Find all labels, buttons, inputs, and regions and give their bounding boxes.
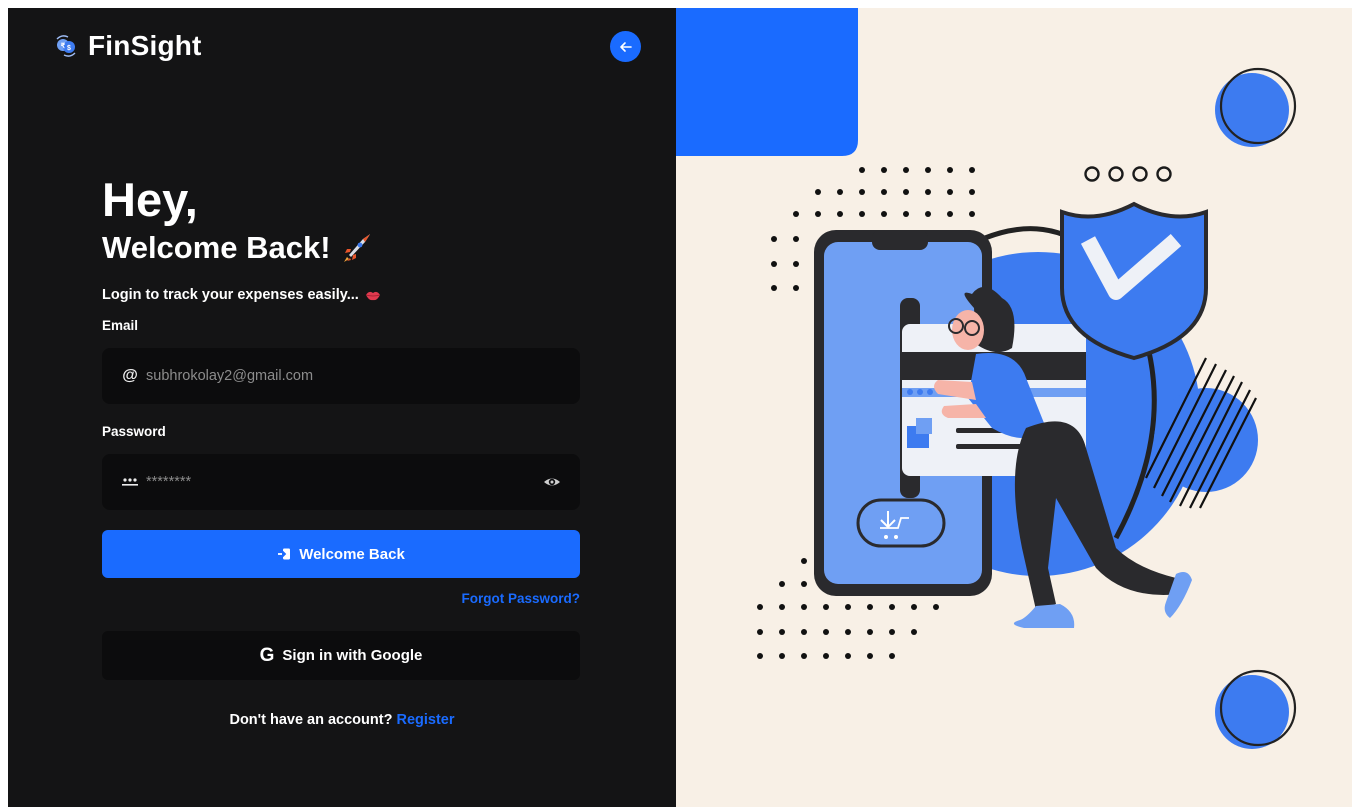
svg-text:$: $ — [67, 45, 71, 52]
corner-block — [676, 8, 858, 156]
google-icon: G — [259, 644, 275, 666]
password-label: Password — [102, 424, 166, 439]
subtitle-text: Login to track your expenses easily... — [102, 287, 359, 303]
login-button[interactable]: Welcome Back — [102, 530, 580, 578]
email-value: subhrokolay2@gmail.com — [146, 368, 314, 384]
login-button-label: Welcome Back — [299, 545, 405, 563]
svg-text:₹: ₹ — [61, 42, 66, 50]
login-panel: ₹ $ FinSight Hey, Welcome Back! Login to… — [8, 8, 676, 807]
password-field[interactable]: ******** — [102, 454, 580, 510]
login-icon — [278, 548, 291, 560]
password-dots-icon — [122, 478, 138, 486]
register-line: Don't have an account? Register — [8, 712, 676, 728]
welcome-heading: Welcome Back! — [102, 230, 373, 266]
at-icon: @ — [122, 367, 138, 384]
woman-entering-phone-security-illustration — [676, 8, 1297, 749]
google-signin-button[interactable]: G Sign in with Google — [102, 631, 580, 680]
shield — [1060, 201, 1208, 361]
password-value: ******** — [146, 474, 192, 490]
email-field[interactable]: @ subhrokolay2@gmail.com — [102, 348, 580, 404]
subtitle: Login to track your expenses easily... — [102, 287, 381, 303]
arrow-left-icon — [619, 41, 632, 52]
ring-dots — [1084, 166, 1172, 182]
register-prompt: Don't have an account? — [229, 712, 393, 728]
register-link[interactable]: Register — [396, 712, 454, 728]
lips-icon — [365, 291, 380, 300]
brand-name: FinSight — [88, 30, 202, 61]
forgot-password-link[interactable]: Forgot Password? — [461, 591, 580, 606]
eye-icon[interactable] — [542, 472, 562, 492]
illustration-panel — [676, 8, 1352, 807]
brand[interactable]: ₹ $ FinSight — [54, 30, 202, 62]
currency-exchange-icon: ₹ $ — [56, 35, 76, 57]
back-button[interactable] — [610, 31, 641, 62]
rocket-icon — [343, 234, 370, 262]
email-label: Email — [102, 318, 139, 333]
welcome-title: Welcome Back! — [102, 230, 331, 265]
greeting-heading: Hey, — [102, 173, 198, 226]
google-button-label: Sign in with Google — [282, 647, 423, 664]
